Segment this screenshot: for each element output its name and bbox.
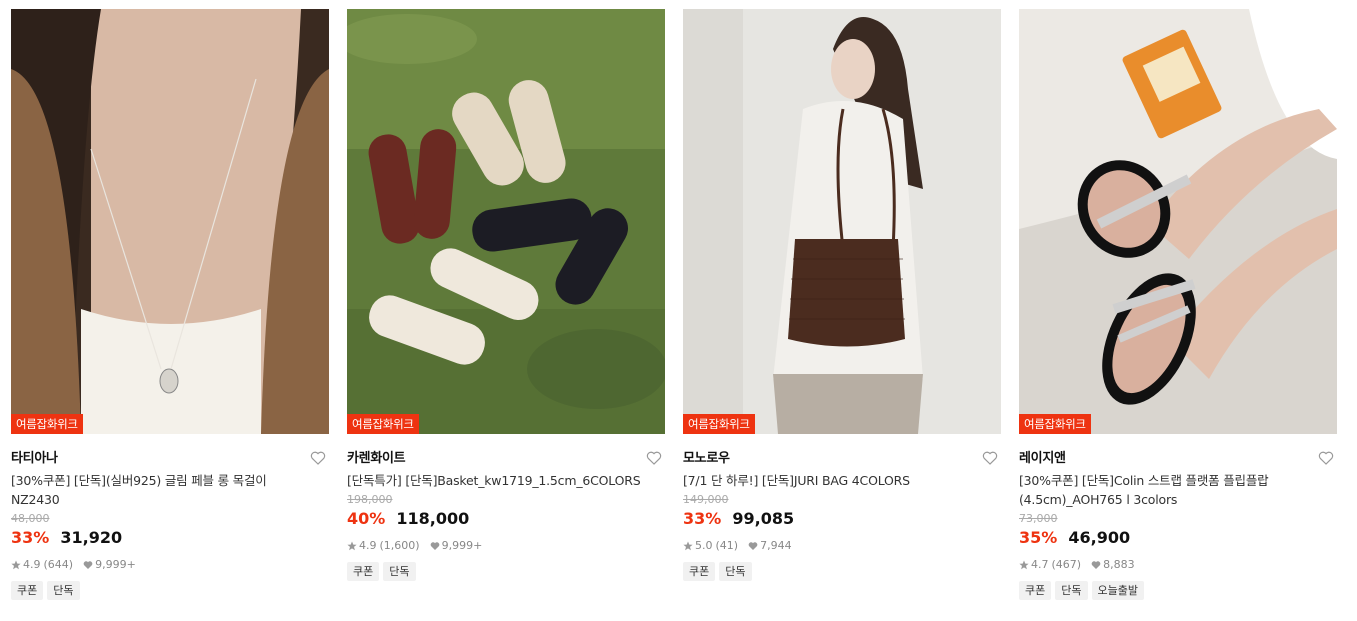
flip-flops-photo bbox=[1019, 9, 1337, 434]
original-price: 198,000 bbox=[347, 493, 393, 506]
product-stats: 4.7 (467) 8,883 bbox=[1019, 558, 1337, 572]
heart-icon bbox=[83, 560, 93, 570]
product-info: 타티아나 [30%쿠폰] [단독](실버925) 글림 페블 롱 목걸이 NZ2… bbox=[11, 434, 329, 600]
tag-list: 쿠폰 단독 bbox=[683, 562, 1001, 581]
sale-price: 99,085 bbox=[732, 509, 795, 528]
product-image[interactable]: 여름잡화위크 bbox=[683, 9, 1001, 434]
tag-exclusive: 단독 bbox=[719, 562, 752, 581]
product-image[interactable]: 여름잡화위크 bbox=[347, 9, 665, 434]
original-price: 73,000 bbox=[1019, 512, 1058, 525]
tag-coupon: 쿠폰 bbox=[347, 562, 380, 581]
rating-value: 4.9 bbox=[359, 539, 377, 552]
product-image[interactable]: 여름잡화위크 bbox=[11, 9, 329, 434]
promo-badge: 여름잡화위크 bbox=[1019, 414, 1091, 434]
heart-outline-icon[interactable] bbox=[310, 450, 326, 466]
star-icon bbox=[1019, 560, 1029, 570]
sale-price: 46,900 bbox=[1068, 528, 1131, 547]
discount-rate: 33% bbox=[11, 528, 50, 547]
tag-list: 쿠폰 단독 오늘출발 bbox=[1019, 581, 1337, 600]
product-card[interactable]: 여름잡화위크 모노로우 [7/1 단 하루!] [단독]JURI BAG 4CO… bbox=[683, 9, 1001, 581]
like-count: 9,999+ bbox=[441, 539, 483, 552]
like-count: 8,883 bbox=[1103, 558, 1135, 571]
sale-price: 118,000 bbox=[396, 509, 470, 528]
product-card[interactable]: 여름잡화위크 레이지앤 [30%쿠폰] [단독]Colin 스트랩 플랫폼 플립… bbox=[1019, 9, 1337, 600]
heart-outline-icon[interactable] bbox=[982, 450, 998, 466]
tag-list: 쿠폰 단독 bbox=[347, 562, 665, 581]
product-grid: 여름잡화위크 타티아나 [30%쿠폰] [단독](실버925) 글림 페블 롱 … bbox=[0, 0, 1357, 621]
product-stats: 4.9 (644) 9,999+ bbox=[11, 558, 329, 572]
price-row: 35% 46,900 bbox=[1019, 527, 1337, 549]
tag-coupon: 쿠폰 bbox=[11, 581, 44, 600]
original-price: 48,000 bbox=[11, 512, 50, 525]
tag-exclusive: 단독 bbox=[47, 581, 80, 600]
brand-name[interactable]: 레이지앤 bbox=[1019, 450, 1337, 468]
discount-rate: 35% bbox=[1019, 528, 1058, 547]
review-count: (1,600) bbox=[379, 539, 420, 552]
tag-exclusive: 단독 bbox=[383, 562, 416, 581]
discount-rate: 40% bbox=[347, 509, 386, 528]
product-info: 레이지앤 [30%쿠폰] [단독]Colin 스트랩 플랫폼 플립플랍 (4.5… bbox=[1019, 434, 1337, 600]
product-info: 카렌화이트 [단독특가] [단독]Basket_kw1719_1.5cm_6CO… bbox=[347, 434, 665, 581]
product-card[interactable]: 여름잡화위크 타티아나 [30%쿠폰] [단독](실버925) 글림 페블 롱 … bbox=[11, 9, 329, 600]
original-price: 149,000 bbox=[683, 493, 729, 506]
tag-exclusive: 단독 bbox=[1055, 581, 1088, 600]
price-row: 33% 99,085 bbox=[683, 508, 1001, 530]
discount-rate: 33% bbox=[683, 509, 722, 528]
review-count: (467) bbox=[1051, 558, 1082, 571]
promo-badge: 여름잡화위크 bbox=[11, 414, 83, 434]
tag-list: 쿠폰 단독 bbox=[11, 581, 329, 600]
heart-icon bbox=[1091, 560, 1101, 570]
product-name[interactable]: [7/1 단 하루!] [단독]JURI BAG 4COLORS bbox=[683, 471, 983, 490]
product-name[interactable]: [단독특가] [단독]Basket_kw1719_1.5cm_6COLORS bbox=[347, 471, 647, 490]
promo-badge: 여름잡화위크 bbox=[347, 414, 419, 434]
heart-outline-icon[interactable] bbox=[1318, 450, 1334, 466]
product-card[interactable]: 여름잡화위크 카렌화이트 [단독특가] [단독]Basket_kw1719_1.… bbox=[347, 9, 665, 581]
heart-outline-icon[interactable] bbox=[646, 450, 662, 466]
brand-name[interactable]: 카렌화이트 bbox=[347, 450, 665, 468]
rating-value: 5.0 bbox=[695, 539, 713, 552]
tag-ships-today: 오늘출발 bbox=[1091, 581, 1144, 600]
review-count: (644) bbox=[43, 558, 74, 571]
price-row: 33% 31,920 bbox=[11, 527, 329, 549]
necklace-photo bbox=[11, 9, 329, 434]
product-info: 모노로우 [7/1 단 하루!] [단독]JURI BAG 4COLORS 14… bbox=[683, 434, 1001, 581]
star-icon bbox=[347, 541, 357, 551]
product-stats: 4.9 (1,600) 9,999+ bbox=[347, 539, 665, 553]
review-count: (41) bbox=[715, 539, 739, 552]
heart-icon bbox=[430, 541, 440, 551]
price-row: 40% 118,000 bbox=[347, 508, 665, 530]
star-icon bbox=[11, 560, 21, 570]
promo-badge: 여름잡화위크 bbox=[683, 414, 755, 434]
bag-photo bbox=[683, 9, 1001, 434]
like-count: 9,999+ bbox=[95, 558, 136, 571]
tag-coupon: 쿠폰 bbox=[1019, 581, 1052, 600]
rating-value: 4.7 bbox=[1031, 558, 1049, 571]
star-icon bbox=[683, 541, 693, 551]
tag-coupon: 쿠폰 bbox=[683, 562, 716, 581]
heart-icon bbox=[748, 541, 758, 551]
brand-name[interactable]: 타티아나 bbox=[11, 450, 329, 468]
sandals-photo bbox=[347, 9, 665, 434]
product-name[interactable]: [30%쿠폰] [단독]Colin 스트랩 플랫폼 플립플랍 (4.5cm)_A… bbox=[1019, 471, 1319, 509]
product-name[interactable]: [30%쿠폰] [단독](실버925) 글림 페블 롱 목걸이 NZ2430 bbox=[11, 471, 311, 509]
rating-value: 4.9 bbox=[23, 558, 41, 571]
sale-price: 31,920 bbox=[60, 528, 123, 547]
like-count: 7,944 bbox=[760, 539, 792, 552]
brand-name[interactable]: 모노로우 bbox=[683, 450, 1001, 468]
product-image[interactable]: 여름잡화위크 bbox=[1019, 9, 1337, 434]
product-stats: 5.0 (41) 7,944 bbox=[683, 539, 1001, 553]
